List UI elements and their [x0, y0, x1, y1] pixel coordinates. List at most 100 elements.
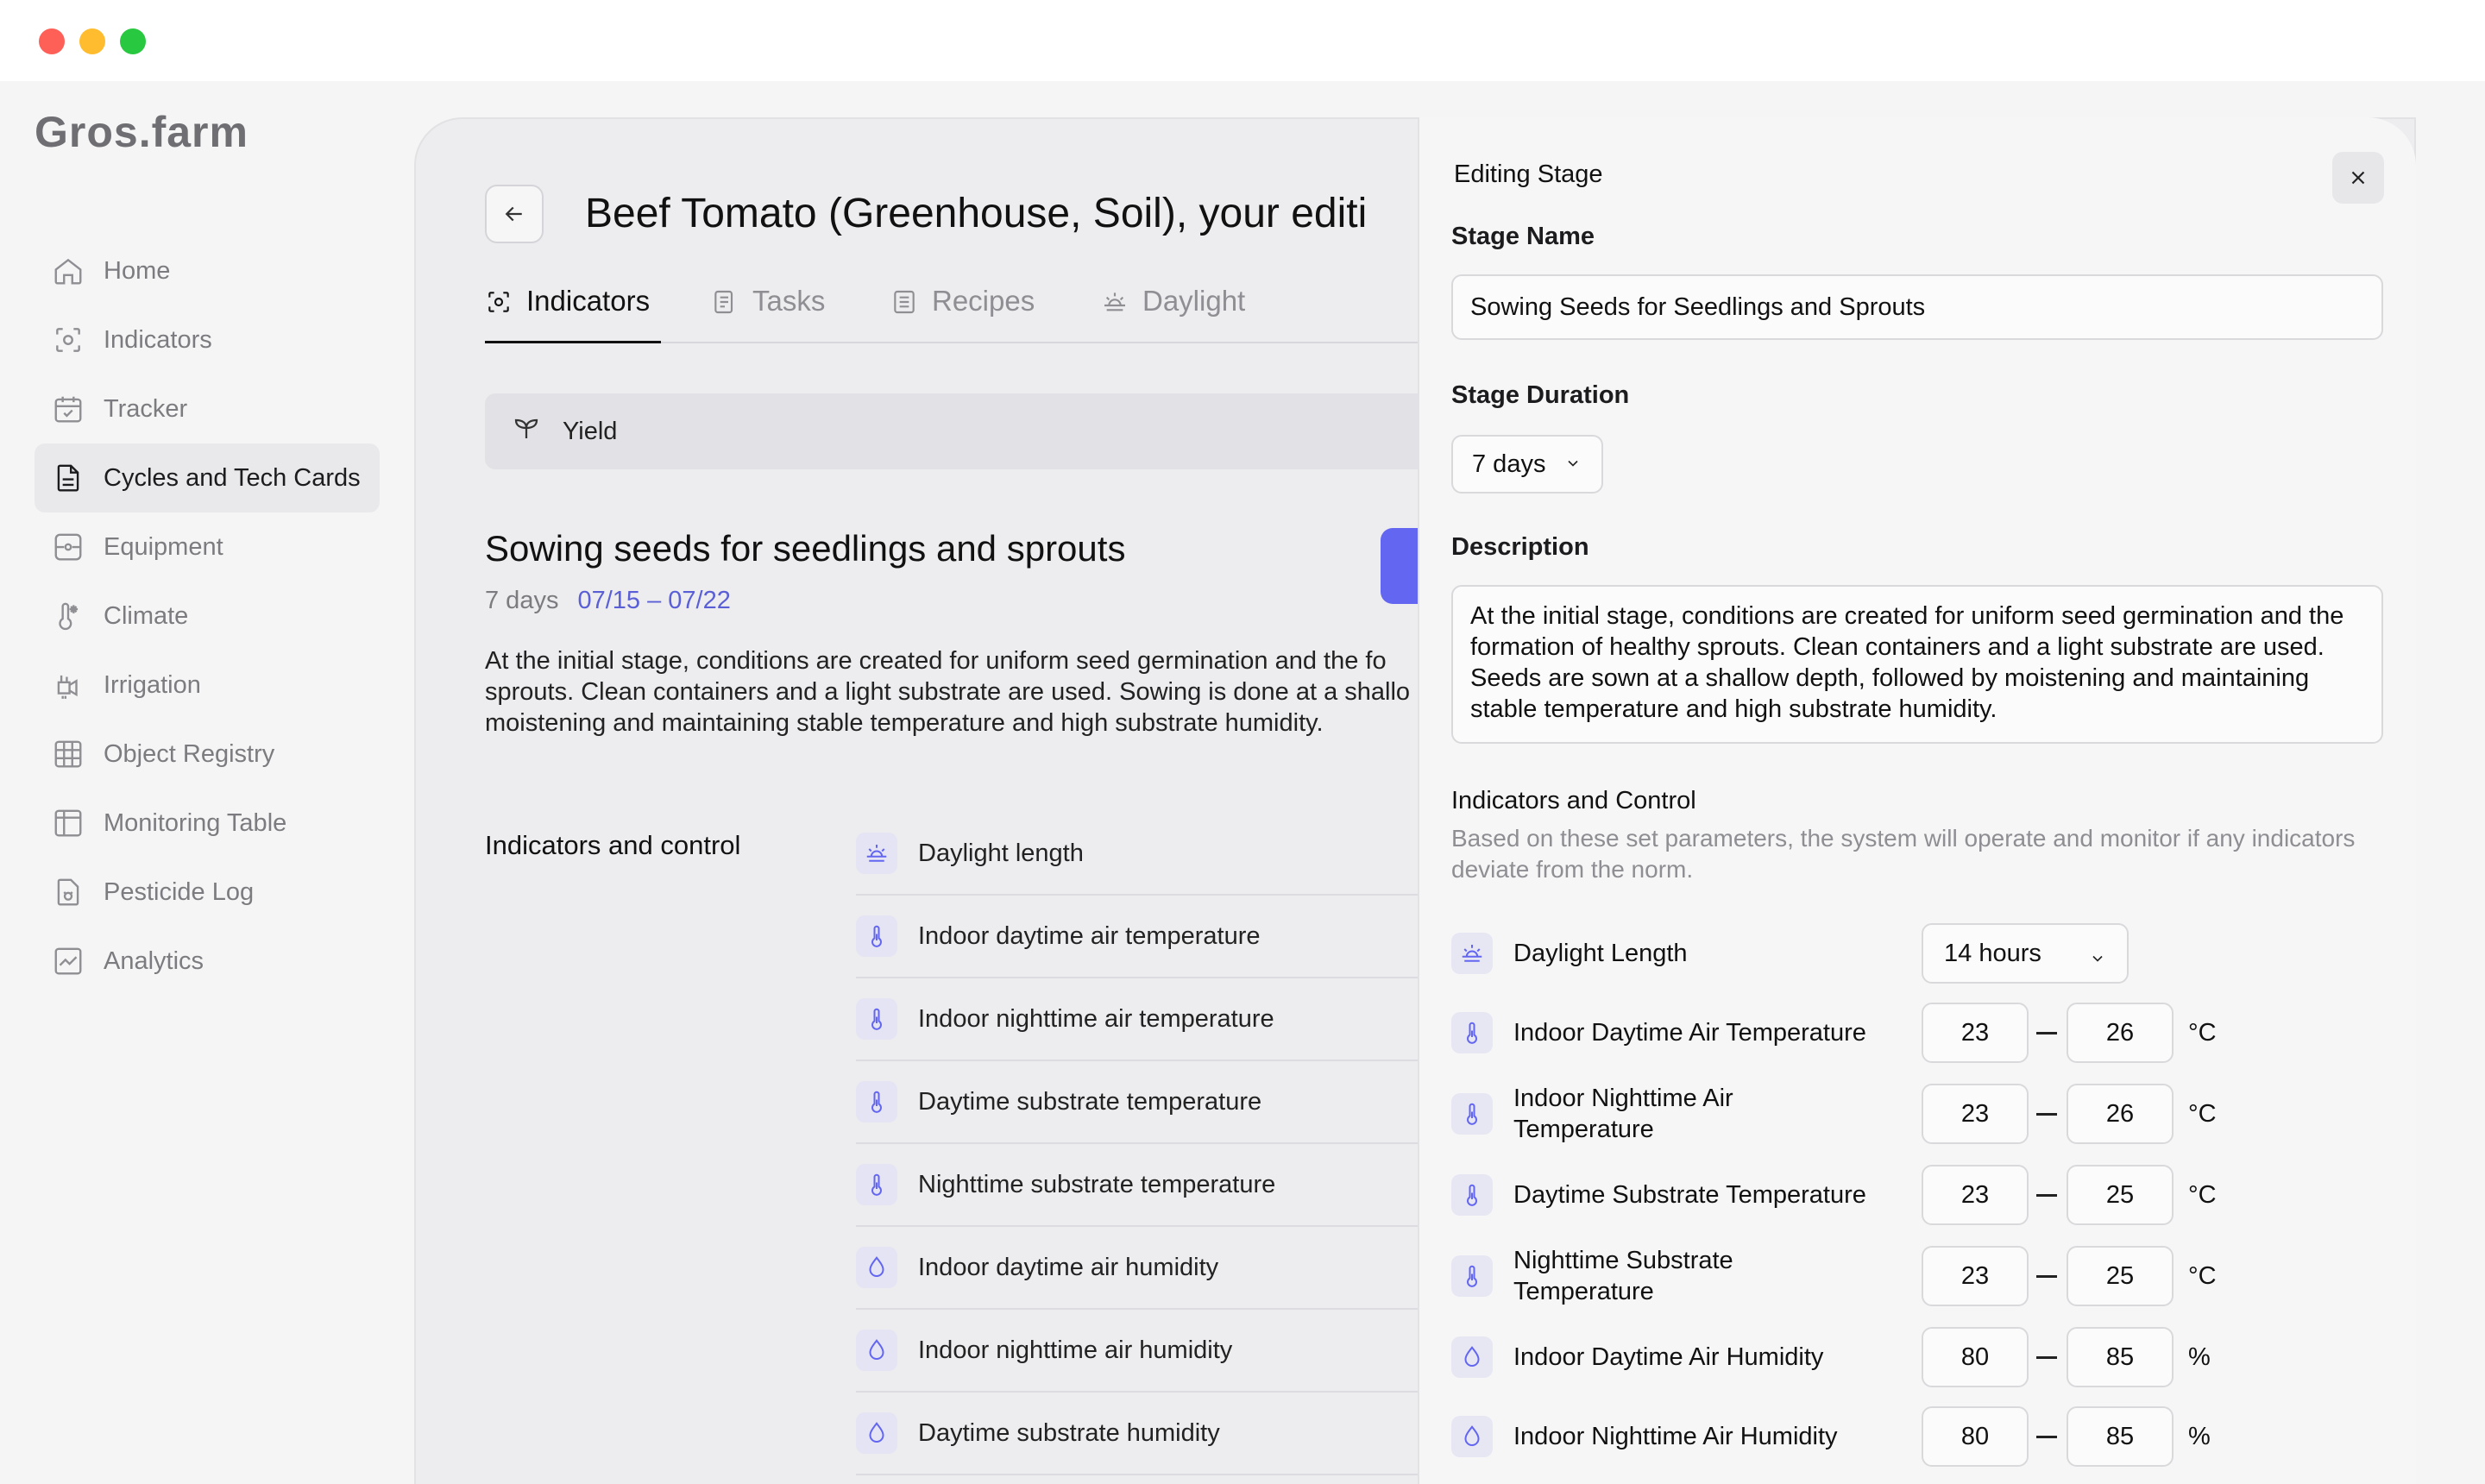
indicators-heading: Indicators and control: [485, 830, 741, 860]
list-item[interactable]: Indoor daytime air temperature: [856, 896, 1460, 978]
thermometer-icon: [856, 998, 897, 1040]
max-value-input[interactable]: 85: [2067, 1406, 2174, 1467]
sidebar-item-pesticide-log[interactable]: Pesticide Log: [35, 858, 380, 927]
param-row: Nighttime Substrate Temperature 23 25 °C: [1451, 1246, 2392, 1306]
list-item[interactable]: Indoor nighttime air humidity: [856, 1310, 1460, 1393]
sidebar-item-label: Irrigation: [104, 670, 201, 699]
droplet-icon: [856, 1330, 897, 1371]
tab-daylight[interactable]: Daylight: [1101, 283, 1245, 343]
daylight-hours-select[interactable]: 14 hours: [1922, 923, 2129, 984]
tracker-icon: [50, 391, 86, 427]
stage-description-line: moistening and maintaining stable temper…: [485, 709, 1324, 737]
close-button[interactable]: [2332, 152, 2384, 204]
range-dash: [2036, 1194, 2057, 1197]
indicator-label: Indoor daytime air temperature: [918, 921, 1261, 950]
droplet-icon: [856, 1247, 897, 1288]
max-value-input[interactable]: 85: [2067, 1327, 2174, 1387]
arrow-left-icon: [505, 206, 522, 222]
stage-description-line: At the initial stage, conditions are cre…: [485, 647, 1387, 675]
chevron-down-icon: [1564, 450, 1582, 479]
recipes-icon: [890, 288, 918, 323]
sidebar-item-analytics[interactable]: Analytics: [35, 927, 380, 996]
thermometer-icon: [1451, 1012, 1493, 1053]
min-value-input[interactable]: 80: [1922, 1406, 2029, 1467]
min-value-input[interactable]: 23: [1922, 1165, 2029, 1225]
list-item[interactable]: Indoor daytime air humidity: [856, 1227, 1460, 1310]
droplet-icon: [1451, 1416, 1493, 1457]
indicator-label: Indoor nighttime air temperature: [918, 1004, 1274, 1033]
param-row: Indoor Nighttime Air Temperature 23 26 °…: [1451, 1084, 2392, 1144]
max-value-input[interactable]: 26: [2067, 1003, 2174, 1063]
range-dash: [2036, 1032, 2057, 1034]
description-label: Description: [1451, 533, 1589, 561]
table-icon: [50, 805, 86, 841]
range-dash: [2036, 1436, 2057, 1438]
description-textarea[interactable]: At the initial stage, conditions are cre…: [1451, 585, 2383, 744]
param-label: Indoor Daytime Air Temperature: [1513, 1019, 1866, 1047]
sidebar-item-label: Analytics: [104, 946, 204, 975]
sidebar-item-label: Object Registry: [104, 739, 275, 768]
sidebar-item-indicators[interactable]: Indicators: [35, 305, 380, 374]
min-value-input[interactable]: 23: [1922, 1084, 2029, 1144]
indicator-label: Indoor nighttime air humidity: [918, 1336, 1233, 1364]
page-title: Beef Tomato (Greenhouse, Soil), your edi…: [585, 191, 1368, 236]
sidebar-item-irrigation[interactable]: Irrigation: [35, 651, 380, 720]
close-icon: [2351, 171, 2365, 185]
app-body: Gros.farm Home Indicators Tracker Cycles…: [0, 81, 2485, 1484]
list-item[interactable]: Daylight length: [856, 813, 1460, 896]
sun-icon: [1101, 288, 1129, 323]
list-item[interactable]: Daytime substrate temperature: [856, 1061, 1460, 1144]
stage-description: At the initial stage, conditions are cre…: [485, 645, 1434, 739]
climate-icon: [50, 598, 86, 634]
sidebar-item-label: Indicators: [104, 325, 212, 354]
param-row: Indoor Daytime Air Humidity 80 85 %: [1451, 1327, 2392, 1387]
list-item[interactable]: Nighttime substrate temperature: [856, 1144, 1460, 1227]
stage-duration-label: Stage Duration: [1451, 381, 1630, 409]
window-close-button[interactable]: [39, 28, 65, 54]
sidebar-item-climate[interactable]: Climate: [35, 582, 380, 651]
yield-section-header[interactable]: Yield: [485, 393, 1434, 469]
window-maximize-button[interactable]: [120, 28, 146, 54]
sidebar-item-home[interactable]: Home: [35, 236, 380, 305]
sun-icon: [856, 833, 897, 874]
sidebar-item-label: Cycles and Tech Cards: [104, 463, 361, 492]
editing-stage-panel: Editing Stage Stage Name Sowing Seeds fo…: [1418, 117, 2416, 1484]
range-dash: [2036, 1113, 2057, 1116]
back-button[interactable]: [485, 185, 544, 243]
equipment-icon: [50, 529, 86, 565]
thermometer-icon: [856, 1164, 897, 1205]
tab-tasks[interactable]: Tasks: [711, 283, 825, 343]
sidebar-item-tracker[interactable]: Tracker: [35, 374, 380, 443]
sidebar-item-label: Equipment: [104, 532, 223, 561]
list-item[interactable]: Indoor nighttime air temperature: [856, 978, 1460, 1061]
stage-duration-select[interactable]: 7 days: [1451, 435, 1603, 494]
tab-recipes[interactable]: Recipes: [890, 283, 1035, 343]
max-value-input[interactable]: 25: [2067, 1165, 2174, 1225]
stage-name-input[interactable]: Sowing Seeds for Seedlings and Sprouts: [1451, 274, 2383, 340]
sun-icon: [1451, 933, 1493, 974]
param-label: Indoor Daytime Air Humidity: [1513, 1343, 1824, 1371]
min-value-input[interactable]: 23: [1922, 1003, 2029, 1063]
stage-title: Sowing seeds for seedlings and sprouts: [485, 528, 1126, 569]
indicator-label: Daytime substrate temperature: [918, 1087, 1262, 1116]
window-minimize-button[interactable]: [79, 28, 105, 54]
sidebar-nav: Home Indicators Tracker Cycles and Tech …: [35, 236, 380, 996]
sidebar-item-equipment[interactable]: Equipment: [35, 512, 380, 582]
tab-indicators[interactable]: Indicators: [485, 283, 661, 343]
sidebar-item-cycles-and-tech-cards[interactable]: Cycles and Tech Cards: [35, 443, 380, 512]
sidebar-item-label: Monitoring Table: [104, 808, 287, 837]
unit-label: °C: [2188, 1180, 2217, 1209]
list-item[interactable]: Daytime substrate humidity: [856, 1393, 1460, 1475]
sidebar-item-label: Tracker: [104, 394, 188, 423]
min-value-input[interactable]: 80: [1922, 1327, 2029, 1387]
max-value-input[interactable]: 26: [2067, 1084, 2174, 1144]
min-value-input[interactable]: 23: [1922, 1246, 2029, 1306]
sidebar-item-object-registry[interactable]: Object Registry: [35, 720, 380, 789]
max-value-input[interactable]: 25: [2067, 1246, 2174, 1306]
tab-label: Indicators: [526, 285, 651, 317]
indicators-icon: [485, 288, 513, 323]
droplet-icon: [856, 1412, 897, 1454]
sidebar-item-monitoring-table[interactable]: Monitoring Table: [35, 789, 380, 858]
param-row: Indoor Daytime Air Temperature 23 26 °C: [1451, 1003, 2392, 1063]
unit-label: °C: [2188, 1261, 2217, 1290]
